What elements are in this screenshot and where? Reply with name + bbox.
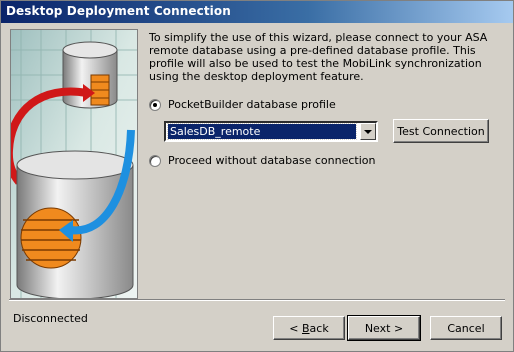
radio-profile-label: PocketBuilder database profile	[168, 98, 336, 111]
back-button[interactable]: < Back	[273, 316, 345, 340]
connection-status: Disconnected	[13, 312, 88, 325]
dropdown-arrow-icon	[364, 129, 372, 134]
intro-text: To simplify the use of this wizard, plea…	[149, 31, 488, 83]
cancel-label: Cancel	[447, 321, 485, 335]
profile-dropdown[interactable]: SalesDB_remote	[164, 121, 378, 142]
radio-profile-option[interactable]: PocketBuilder database profile	[149, 98, 336, 111]
back-label: < Back	[289, 322, 328, 335]
radio-no-connection-label: Proceed without database connection	[168, 154, 376, 167]
back-label-prefix: <	[289, 321, 302, 335]
database-cylinder-icon	[62, 41, 118, 109]
radio-button[interactable]	[149, 154, 161, 167]
title-bar[interactable]: Desktop Deployment Connection	[1, 1, 513, 23]
database-sync-illustration	[11, 30, 137, 298]
database-cylinder-icon	[16, 150, 134, 298]
window-title: Desktop Deployment Connection	[6, 4, 231, 18]
radio-no-connection-option[interactable]: Proceed without database connection	[149, 154, 375, 167]
wizard-illustration	[10, 29, 138, 299]
separator	[9, 299, 505, 301]
radio-button[interactable]	[149, 98, 161, 111]
dropdown-arrow-button[interactable]	[360, 123, 376, 140]
profile-dropdown-value: SalesDB_remote	[167, 123, 357, 140]
back-label-rest: ack	[309, 321, 329, 335]
dialog-window: Desktop Deployment Connection To simplif…	[0, 0, 514, 352]
next-button[interactable]: Next >	[347, 315, 421, 341]
test-connection-button[interactable]: Test Connection	[393, 119, 489, 143]
cancel-button[interactable]: Cancel	[430, 316, 502, 340]
back-label-accelerator: B	[302, 321, 310, 335]
next-label: Next >	[364, 321, 404, 335]
test-connection-label: Test Connection	[397, 124, 485, 138]
